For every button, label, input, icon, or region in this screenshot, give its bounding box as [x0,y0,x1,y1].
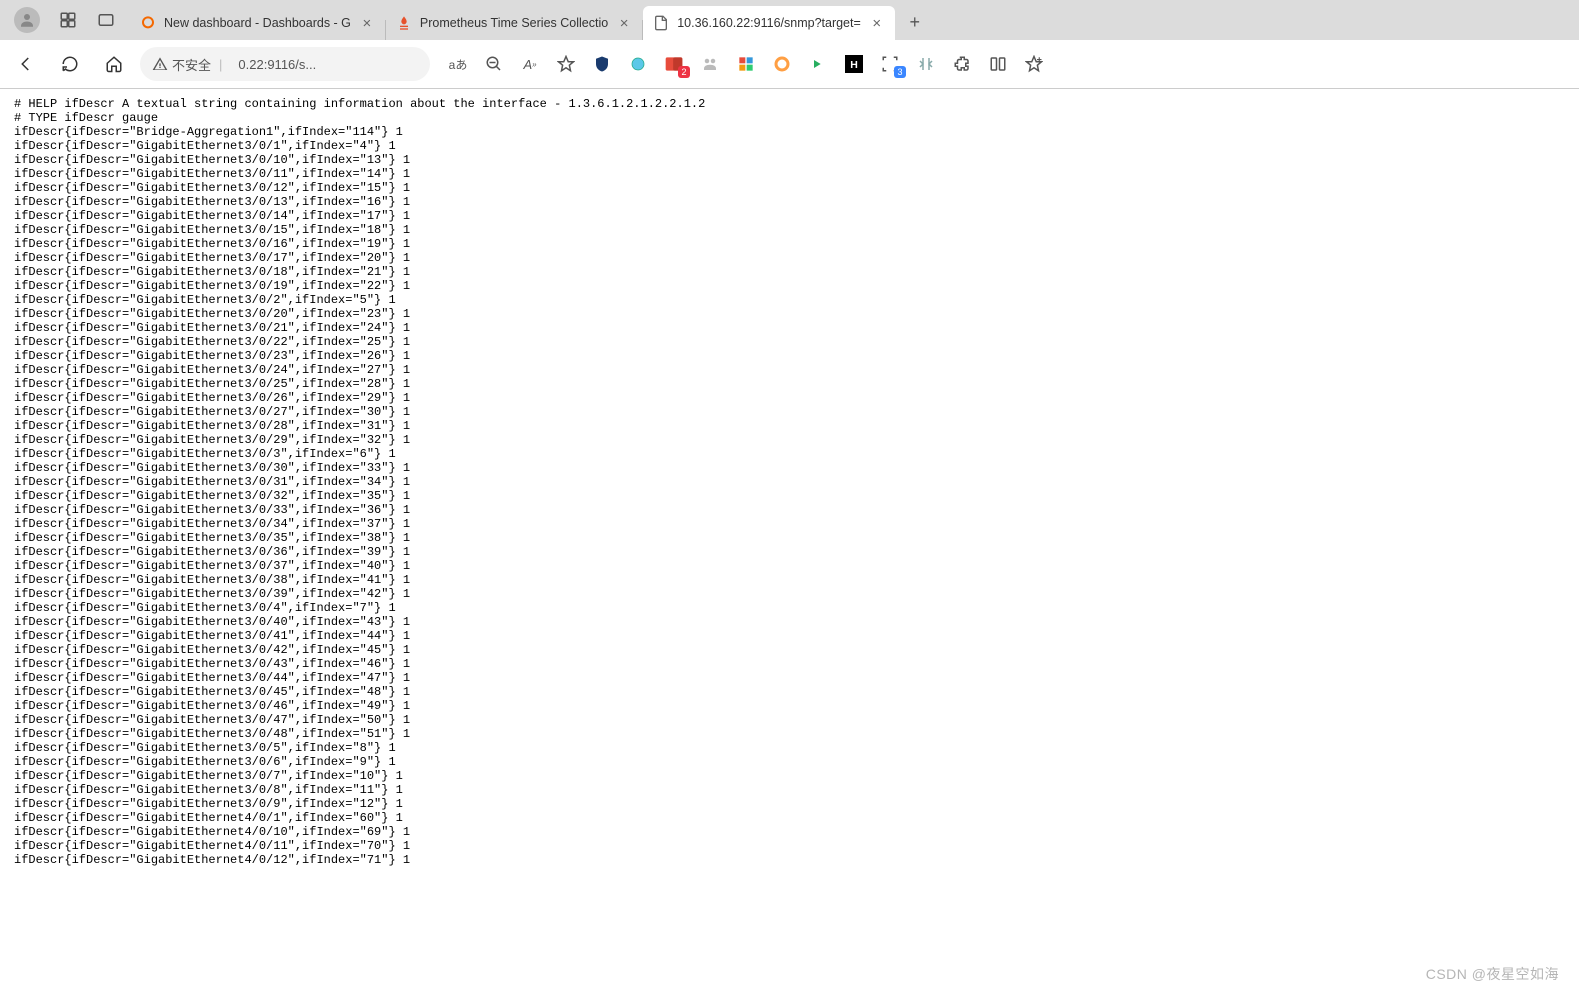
address-divider: | [219,57,222,72]
profile-icon[interactable] [14,7,40,33]
favorites-bar-button[interactable] [1022,52,1046,76]
browser-tab[interactable]: Prometheus Time Series Collectio × [386,6,642,40]
zoom-out-button[interactable] [482,52,506,76]
extensions-button[interactable] [950,52,974,76]
red-ext-icon[interactable]: 2 [662,52,686,76]
watermark: CSDN @夜星空如海 [1426,964,1559,984]
back-button[interactable] [8,46,44,82]
ublock-icon[interactable] [590,52,614,76]
tabs-bar: New dashboard - Dashboards - G×Prometheu… [0,0,1579,40]
workspaces-icon[interactable] [58,10,78,30]
tab-close-icon[interactable]: × [869,15,885,31]
arrows-ext-icon[interactable] [914,52,938,76]
url-visible: 0.22:9116/s... [238,57,316,72]
tab-favicon-icon [653,15,669,31]
security-warning-text: 不安全 [172,55,211,74]
tab-actions-icon[interactable] [96,10,116,30]
green-ext-icon[interactable] [806,52,830,76]
tab-close-icon[interactable]: × [359,15,375,31]
svg-text:H: H [850,59,858,71]
split-screen-button[interactable] [986,52,1010,76]
tab-favicon-icon [140,15,156,31]
circle-ext-icon[interactable] [770,52,794,76]
security-warning: 不安全 [152,55,211,74]
new-tab-button[interactable]: + [901,8,929,36]
read-aloud-button[interactable]: A» [518,52,542,76]
page-content: # HELP ifDescr A textual string containi… [0,89,1579,997]
home-button[interactable] [96,46,132,82]
browser-tab[interactable]: 10.36.160.22:9116/snmp?target= × [643,6,895,40]
tab-title: 10.36.160.22:9116/snmp?target= [677,16,861,30]
address-bar[interactable]: 不安全 | 0.22:9116/s... [140,47,430,81]
tab-title: Prometheus Time Series Collectio [420,16,608,30]
h-ext-icon[interactable]: H [842,52,866,76]
browser-toolbar: 不安全 | 0.22:9116/s... aあ A» 2 [0,40,1579,88]
browser-chrome: New dashboard - Dashboards - G×Prometheu… [0,0,1579,89]
grey-ext-icon[interactable] [698,52,722,76]
ext-badge-red: 2 [678,66,690,78]
ext-badge-blue: 3 [894,66,906,78]
scan-ext-icon[interactable]: 3 [878,52,902,76]
tab-favicon-icon [396,15,412,31]
tab-close-icon[interactable]: × [616,15,632,31]
tab-title: New dashboard - Dashboards - G [164,16,351,30]
planet-ext-icon[interactable] [626,52,650,76]
refresh-button[interactable] [52,46,88,82]
favorite-button[interactable] [554,52,578,76]
translate-button[interactable]: aあ [446,52,470,76]
browser-tab[interactable]: New dashboard - Dashboards - G × [130,6,385,40]
colorful-ext-icon[interactable] [734,52,758,76]
